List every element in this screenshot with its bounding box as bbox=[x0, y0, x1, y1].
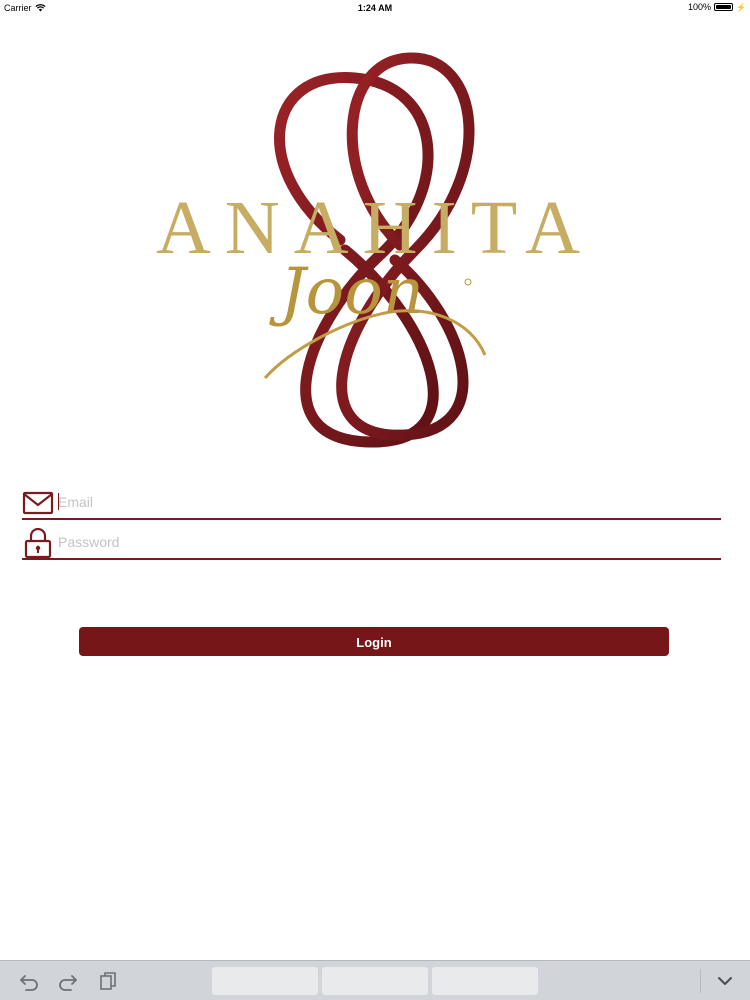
undo-icon[interactable] bbox=[18, 971, 40, 991]
paste-icon[interactable] bbox=[97, 971, 119, 991]
suggestion-slot[interactable] bbox=[432, 967, 538, 995]
status-bar: Carrier 1:24 AM 100% ⚡ bbox=[0, 0, 750, 16]
redo-icon[interactable] bbox=[57, 971, 79, 991]
battery-percent: 100% bbox=[688, 2, 712, 12]
battery-indicator: 100% ⚡ bbox=[688, 2, 746, 12]
charging-icon: ⚡ bbox=[736, 2, 746, 12]
keyboard-shortcut-bar bbox=[0, 960, 750, 1000]
text-cursor bbox=[58, 493, 59, 510]
envelope-icon bbox=[22, 491, 54, 515]
login-screen: Carrier 1:24 AM 100% ⚡ ANAHITA Joon Emai… bbox=[0, 0, 750, 1000]
password-input[interactable] bbox=[58, 530, 708, 554]
email-input[interactable] bbox=[58, 490, 708, 514]
logo-script-text: Joon bbox=[280, 255, 424, 329]
suggestion-slot[interactable] bbox=[322, 967, 428, 995]
battery-icon bbox=[714, 3, 734, 11]
email-field bbox=[22, 484, 721, 520]
clock: 1:24 AM bbox=[357, 3, 393, 13]
lock-icon bbox=[24, 528, 52, 558]
password-field bbox=[22, 524, 721, 560]
bar-divider bbox=[700, 969, 701, 993]
app-logo: ANAHITA Joon bbox=[130, 50, 620, 450]
login-button[interactable]: Login bbox=[79, 627, 669, 656]
suggestion-slot[interactable] bbox=[212, 967, 318, 995]
dismiss-keyboard-icon[interactable] bbox=[714, 971, 736, 991]
